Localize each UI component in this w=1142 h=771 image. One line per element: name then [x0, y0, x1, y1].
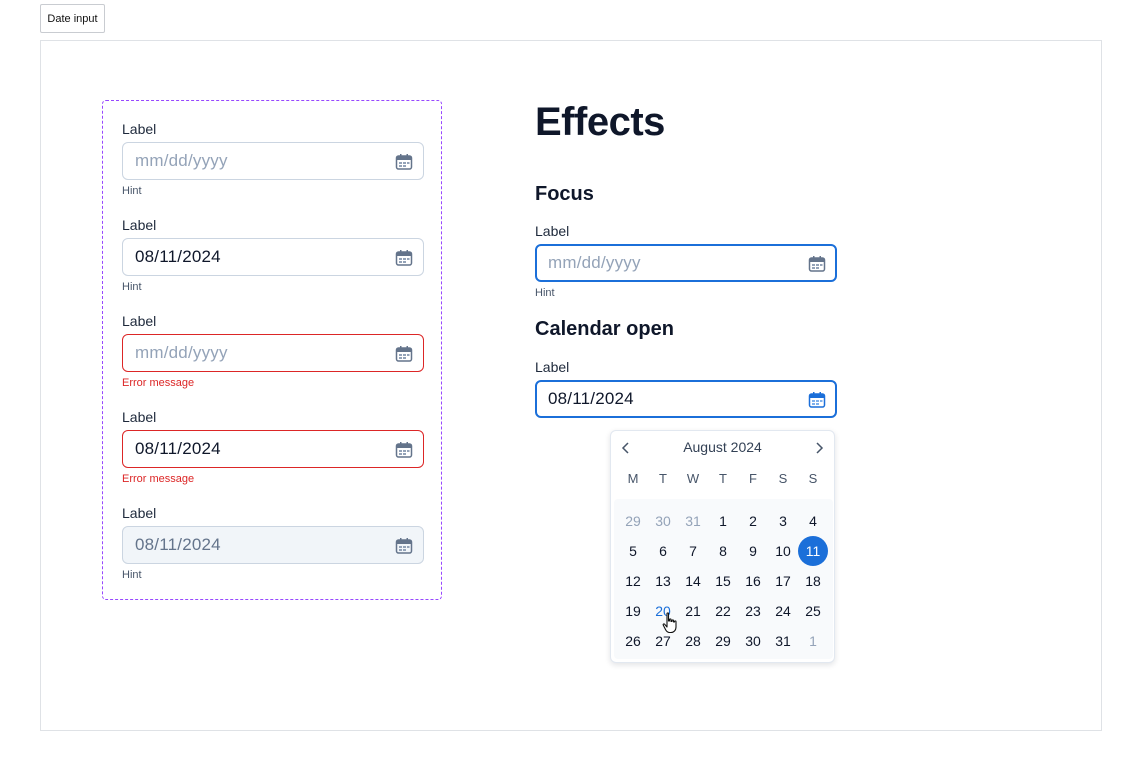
date-input[interactable]: mm/dd/yyyy	[535, 244, 837, 282]
calendar-day[interactable]: 30	[738, 626, 768, 656]
calendar-day[interactable]: 18	[798, 566, 828, 596]
weekday-header: M T W T F S S	[618, 471, 828, 486]
calendar-day[interactable]: 17	[768, 566, 798, 596]
calendar-day[interactable]: 4	[798, 506, 828, 536]
calendar-popover: August 2024 M T W T F S S 29 30 31 1 2 3…	[610, 430, 835, 663]
page-title: Effects	[535, 100, 665, 144]
chevron-right-icon[interactable]	[812, 441, 826, 455]
date-placeholder: mm/dd/yyyy	[135, 151, 228, 170]
field-label: Label	[122, 121, 157, 137]
field-label: Label	[122, 217, 157, 233]
date-value: 08/11/2024	[135, 439, 221, 458]
field-label: Label	[535, 359, 570, 375]
weekday-label: T	[719, 471, 727, 486]
field-label: Label	[535, 223, 570, 239]
error-message: Error message	[122, 377, 195, 389]
date-input[interactable]: 08/11/2024	[122, 238, 424, 276]
calendar-day[interactable]: 6	[648, 536, 678, 566]
calendar-day[interactable]: 29	[618, 506, 648, 536]
field-label: Label	[122, 313, 157, 329]
calendar-day[interactable]: 8	[708, 536, 738, 566]
hand-pointer-icon	[662, 612, 677, 634]
calendar-icon	[395, 538, 413, 554]
calendar-icon[interactable]	[395, 249, 413, 267]
weekday-label: M	[627, 471, 639, 486]
calendar-day[interactable]: 31	[768, 626, 798, 656]
calendar-icon[interactable]	[808, 391, 826, 409]
calendar-icon[interactable]	[395, 153, 413, 171]
field-label: Label	[122, 505, 157, 521]
calendar-day[interactable]: 29	[708, 626, 738, 656]
calendar-day[interactable]: 12	[618, 566, 648, 596]
calendar-open-heading: Calendar open	[535, 318, 674, 340]
calendar-day[interactable]: 24	[768, 596, 798, 626]
field-label: Label	[122, 409, 157, 425]
calendar-day[interactable]: 28	[678, 626, 708, 656]
date-field-error: Label mm/dd/yyyy Error message	[122, 312, 424, 389]
date-input[interactable]: 08/11/2024	[122, 430, 424, 468]
date-placeholder: mm/dd/yyyy	[135, 343, 228, 362]
calendar-day[interactable]: 13	[648, 566, 678, 596]
calendar-icon[interactable]	[395, 441, 413, 459]
weekday-label: W	[686, 471, 700, 486]
calendar-day[interactable]: 10	[768, 536, 798, 566]
date-input[interactable]: 08/11/2024	[535, 380, 837, 418]
field-hint: Hint	[122, 281, 142, 293]
error-message: Error message	[122, 473, 195, 485]
weekday-label: S	[808, 471, 818, 486]
calendar-icon[interactable]	[395, 345, 413, 363]
calendar-day-selected[interactable]: 11	[798, 536, 828, 566]
selected-day-label: 11	[798, 536, 828, 566]
focus-heading: Focus	[535, 183, 594, 205]
calendar-day[interactable]: 7	[678, 536, 708, 566]
weekday-label: S	[778, 471, 788, 486]
calendar-day[interactable]: 15	[708, 566, 738, 596]
calendar-month-label: August 2024	[683, 439, 762, 455]
calendar-day[interactable]: 26	[618, 626, 648, 656]
date-field-filled: Label 08/11/2024 Hint	[122, 216, 424, 293]
date-field-error-filled: Label 08/11/2024 Error message	[122, 408, 424, 485]
calendar-days-grid: 29 30 31 1 2 3 4 5 6 7 8 9 10 11 12 13 1…	[618, 506, 828, 656]
date-field-focus: Label mm/dd/yyyy Hint	[535, 222, 837, 299]
variants-group: Label mm/dd/yyyy Hint Label 08/11/2024 H…	[102, 100, 442, 600]
calendar-day[interactable]: 14	[678, 566, 708, 596]
date-placeholder: mm/dd/yyyy	[548, 253, 641, 272]
calendar-day[interactable]: 19	[618, 596, 648, 626]
date-value: 08/11/2024	[135, 535, 221, 554]
calendar-day[interactable]: 9	[738, 536, 768, 566]
calendar-day[interactable]: 21	[678, 596, 708, 626]
date-input-tab[interactable]: Date input	[40, 4, 105, 33]
date-value: 08/11/2024	[548, 389, 634, 408]
weekday-label: F	[749, 471, 757, 486]
calendar-day[interactable]: 23	[738, 596, 768, 626]
field-hint: Hint	[122, 185, 142, 197]
date-input[interactable]: mm/dd/yyyy	[122, 334, 424, 372]
calendar-day[interactable]: 25	[798, 596, 828, 626]
calendar-day[interactable]: 2	[738, 506, 768, 536]
calendar-day[interactable]: 22	[708, 596, 738, 626]
calendar-day[interactable]: 1	[798, 626, 828, 656]
calendar-day[interactable]: 31	[678, 506, 708, 536]
calendar-day[interactable]: 30	[648, 506, 678, 536]
date-field-calendar-open: Label 08/11/2024	[535, 358, 837, 418]
calendar-day[interactable]: 16	[738, 566, 768, 596]
field-hint: Hint	[535, 287, 555, 299]
field-hint: Hint	[122, 569, 142, 581]
calendar-day[interactable]: 3	[768, 506, 798, 536]
date-value: 08/11/2024	[135, 247, 221, 266]
date-field-default: Label mm/dd/yyyy Hint	[122, 120, 424, 197]
calendar-day[interactable]: 5	[618, 536, 648, 566]
chevron-left-icon[interactable]	[619, 441, 633, 455]
date-input[interactable]: mm/dd/yyyy	[122, 142, 424, 180]
calendar-icon[interactable]	[808, 255, 826, 273]
date-input: 08/11/2024	[122, 526, 424, 564]
weekday-label: T	[659, 471, 667, 486]
date-field-disabled: Label 08/11/2024 Hint	[122, 504, 424, 581]
calendar-day[interactable]: 1	[708, 506, 738, 536]
